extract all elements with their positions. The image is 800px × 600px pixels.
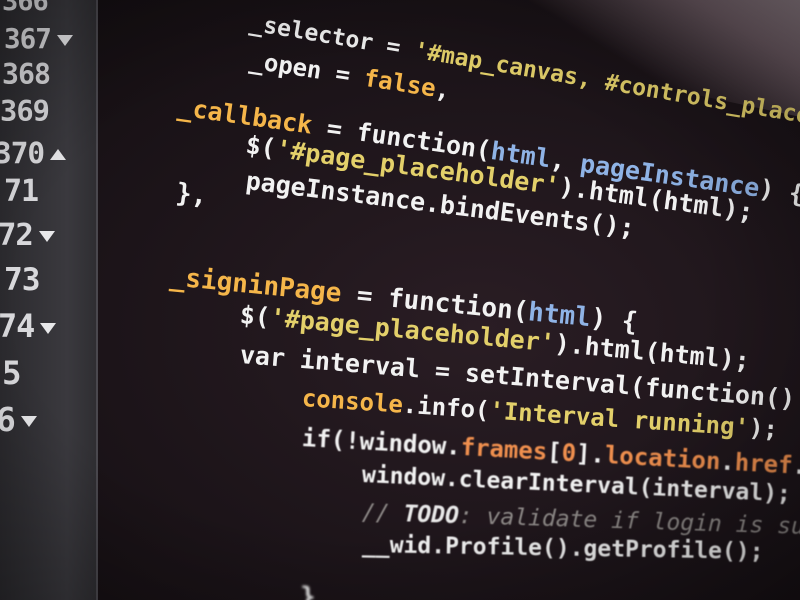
code-token: 0	[560, 438, 577, 468]
code-token: _callback	[175, 92, 315, 140]
code-line: __wid.Profile().getProfile();	[362, 532, 764, 565]
code-token: var	[238, 340, 287, 373]
code-token: ) {	[757, 173, 800, 209]
code-token: href	[734, 448, 794, 480]
code-area: _selector = '#map_canvas, #controls_plac…	[0, 0, 800, 600]
code-token: location	[604, 440, 722, 476]
code-token: frames	[459, 432, 549, 466]
code-token: false	[362, 63, 438, 103]
code-token: }	[299, 582, 316, 600]
code-token: _open =	[247, 46, 367, 92]
code-token: $(	[244, 130, 278, 163]
code-token: $(	[238, 300, 272, 332]
code-token: .info(	[402, 390, 491, 425]
code-token: if(!window.	[301, 424, 462, 461]
code-editor-photo: 366 367 368 369 370 71 72 73 74 5 6 _selector = '#…	[0, 0, 800, 600]
code-token: __wid.Profile().getProfile();	[361, 532, 764, 566]
code-token: console	[301, 384, 404, 419]
code-token: () {	[763, 382, 800, 416]
code-token: );	[748, 413, 779, 444]
code-token: ,	[433, 74, 453, 105]
code-token: .	[719, 447, 736, 477]
code-line: },	[174, 178, 209, 211]
code-line: }	[300, 582, 316, 600]
code-token: function	[643, 372, 767, 412]
code-token: },	[174, 178, 209, 212]
code-token: .endsWith(	[791, 451, 800, 488]
code-token: TODO	[403, 501, 460, 530]
code-token: //	[361, 500, 404, 528]
code-token: ].	[575, 439, 606, 469]
